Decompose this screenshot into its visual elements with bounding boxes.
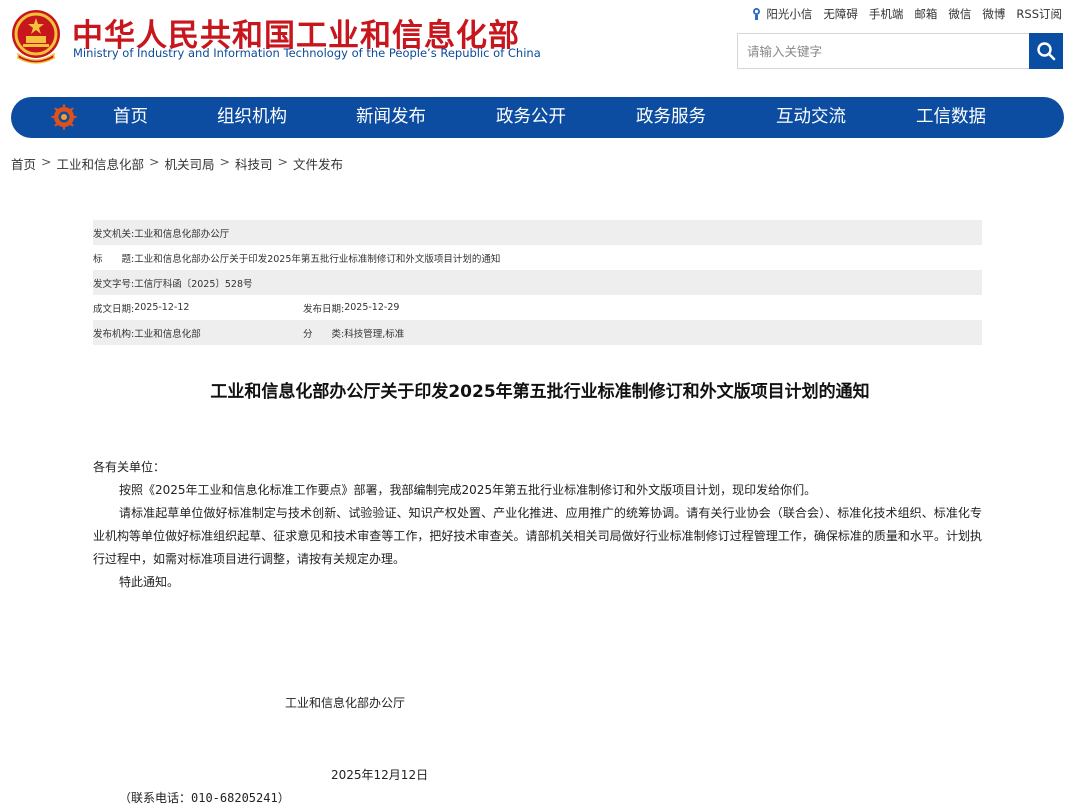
- meta-published-date: 2025-12-29: [344, 302, 400, 313]
- document-contact: （联系电话：010-68205241）: [119, 791, 290, 805]
- toplink-accessibility[interactable]: 无障碍: [823, 6, 858, 22]
- site-header: 中华人民共和国工业和信息化部 Ministry of Industry and …: [0, 0, 1080, 92]
- miit-logo-icon[interactable]: [51, 104, 77, 130]
- nav-item-interaction[interactable]: 互动交流: [776, 97, 846, 138]
- nav-item-gov-affairs[interactable]: 政务公开: [496, 97, 566, 138]
- search-box: [737, 33, 1063, 69]
- breadcrumb-separator: >: [41, 154, 52, 169]
- national-emblem-icon[interactable]: [10, 8, 62, 64]
- document-meta-table: 发文机关: 工业和信息化部办公厅 标 题: 工业和信息化部办公厅关于印发2025…: [93, 220, 982, 345]
- meta-created-date: 2025-12-12: [134, 302, 190, 313]
- meta-label: 发布机构:: [93, 328, 135, 340]
- site-subtitle: Ministry of Industry and Information Tec…: [73, 46, 541, 60]
- document-body: 各有关单位： 按照《2025年工业和信息化标准工作要点》部署，我部编制完成202…: [93, 456, 982, 594]
- meta-row-issuer: 发文机关: 工业和信息化部办公厅: [93, 220, 982, 245]
- toplink-mail[interactable]: 邮箱: [914, 6, 937, 22]
- breadcrumb-sci-tech-dept[interactable]: 科技司: [235, 154, 273, 173]
- toplink-wechat[interactable]: 微信: [948, 6, 971, 22]
- toplink-weibo[interactable]: 微博: [982, 6, 1005, 22]
- meta-org-cell: 发布机构: 工业和信息化部: [93, 326, 201, 340]
- meta-issuer: 工业和信息化部办公厅: [134, 228, 230, 240]
- meta-docno: 工信厅科函〔2025〕528号: [134, 278, 253, 290]
- top-links: 阳光小信 无障碍 手机端 邮箱 微信 微博 RSS订阅: [751, 6, 1062, 22]
- search-input[interactable]: [738, 34, 1030, 68]
- breadcrumb-separator: >: [277, 154, 288, 169]
- breadcrumb-ministry[interactable]: 工业和信息化部: [57, 154, 145, 173]
- toplink-sunshine[interactable]: 阳光小信: [751, 6, 812, 22]
- search-button[interactable]: [1029, 33, 1063, 69]
- meta-row-dates: 成文日期: 2025-12-12 发布日期: 2025-12-29: [93, 295, 982, 320]
- nav-item-organization[interactable]: 组织机构: [217, 97, 287, 138]
- nav-item-data[interactable]: 工信数据: [916, 97, 986, 138]
- document-salutation: 各有关单位：: [93, 460, 166, 474]
- document-paragraph: 请标准起草单位做好标准制定与技术创新、试验验证、知识产权处置、产业化推进、应用推…: [93, 506, 982, 566]
- breadcrumb-documents[interactable]: 文件发布: [293, 154, 343, 173]
- breadcrumb-separator: >: [149, 154, 160, 169]
- nav-item-news[interactable]: 新闻发布: [356, 97, 426, 138]
- meta-label: 发文字号:: [93, 278, 135, 290]
- nav-item-home[interactable]: 首页: [113, 97, 148, 138]
- document-paragraph: 按照《2025年工业和信息化标准工作要点》部署，我部编制完成2025年第五批行业…: [119, 483, 817, 497]
- toplink-rss[interactable]: RSS订阅: [1016, 6, 1062, 22]
- meta-row-org: 发布机构: 工业和信息化部 分 类: 科技管理,标准: [93, 320, 982, 345]
- mascot-icon: [753, 8, 761, 20]
- document-sign-date: 2025年12月12日: [331, 768, 429, 782]
- meta-org: 工业和信息化部: [134, 328, 201, 340]
- document-signer: 工业和信息化部办公厅: [285, 696, 406, 710]
- breadcrumb-home[interactable]: 首页: [11, 154, 36, 173]
- main-nav: 首页 组织机构 新闻发布 政务公开 政务服务 互动交流 工信数据: [11, 97, 1064, 138]
- nav-item-gov-services[interactable]: 政务服务: [636, 97, 706, 138]
- meta-label: 发文机关:: [93, 228, 135, 240]
- meta-label: 标 题:: [93, 253, 135, 265]
- meta-title: 工业和信息化部办公厅关于印发2025年第五批行业标准制修订和外文版项目计划的通知: [134, 253, 501, 265]
- meta-row-title: 标 题: 工业和信息化部办公厅关于印发2025年第五批行业标准制修订和外文版项目…: [93, 245, 982, 270]
- document-title: 工业和信息化部办公厅关于印发2025年第五批行业标准制修订和外文版项目计划的通知: [210, 382, 870, 402]
- meta-created-cell: 成文日期: 2025-12-12: [93, 301, 189, 315]
- meta-label: 成文日期:: [93, 303, 135, 315]
- breadcrumb: 首页 > 工业和信息化部 > 机关司局 > 科技司 > 文件发布: [11, 154, 343, 173]
- document-paragraph: 特此通知。: [119, 575, 180, 589]
- meta-row-docno: 发文字号: 工信厅科函〔2025〕528号: [93, 270, 982, 295]
- meta-label: 发布日期:: [303, 303, 345, 315]
- search-icon: [1037, 42, 1056, 61]
- meta-category-cell: 分 类: 科技管理,标准: [303, 326, 404, 340]
- toplink-label: 阳光小信: [766, 7, 813, 21]
- breadcrumb-separator: >: [219, 154, 230, 169]
- breadcrumb-departments[interactable]: 机关司局: [165, 154, 215, 173]
- meta-category: 科技管理,标准: [344, 328, 405, 340]
- toplink-mobile[interactable]: 手机端: [869, 6, 904, 22]
- meta-published-cell: 发布日期: 2025-12-29: [303, 301, 399, 315]
- meta-label: 分 类:: [303, 328, 345, 340]
